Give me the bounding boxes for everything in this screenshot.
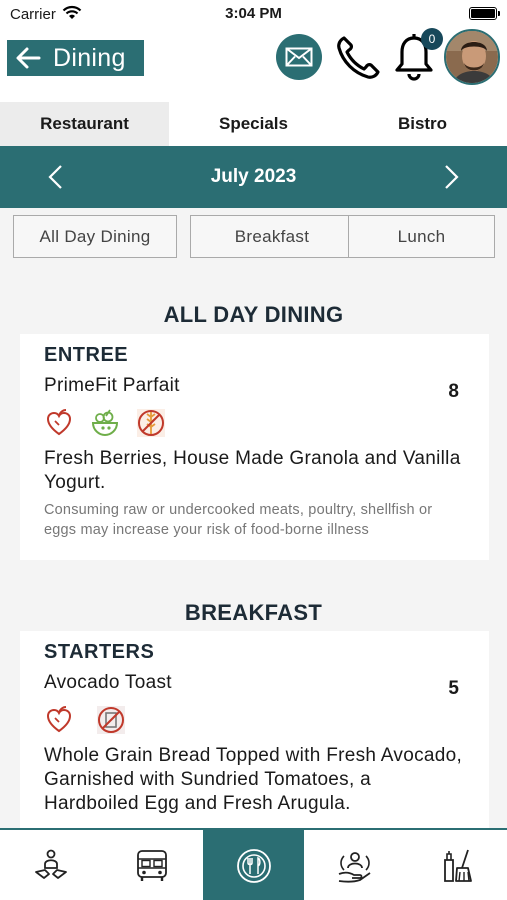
diet-icons bbox=[44, 407, 465, 439]
filter-all-day-dining[interactable]: All Day Dining bbox=[13, 215, 177, 258]
item-disclaimer: Consuming raw or undercooked meats, poul… bbox=[44, 502, 433, 538]
venue-tabs: Restaurant Specials Bistro bbox=[0, 102, 507, 146]
profile-photo bbox=[446, 31, 498, 83]
nav-housekeeping[interactable] bbox=[406, 830, 507, 900]
status-time: 3:04 PM bbox=[225, 5, 282, 22]
tab-specials[interactable]: Specials bbox=[169, 102, 338, 146]
item-price: 8 bbox=[448, 381, 459, 402]
menu-list[interactable]: ALL DAY DINING ENTREE PrimeFit Parfait 8 bbox=[0, 266, 507, 828]
bus-icon bbox=[136, 850, 167, 881]
battery-icon bbox=[469, 7, 500, 20]
item-name: PrimeFit Parfait bbox=[44, 375, 180, 396]
section-title: BREAKFAST bbox=[184, 600, 323, 625]
card-category: ENTREE bbox=[44, 344, 129, 366]
dining-plate-icon bbox=[236, 849, 271, 883]
item-name: Avocado Toast bbox=[44, 672, 172, 693]
mail-button[interactable] bbox=[276, 34, 322, 80]
salad-bowl-icon bbox=[91, 409, 119, 437]
menu-item[interactable]: Avocado Toast 5 bbox=[44, 672, 465, 699]
meal-filters: All Day Dining Breakfast Lunch bbox=[13, 215, 495, 258]
filter-breakfast[interactable]: Breakfast bbox=[190, 215, 354, 258]
notification-badge: 0 bbox=[421, 28, 443, 50]
tab-restaurant[interactable]: Restaurant bbox=[0, 102, 169, 146]
bottom-nav bbox=[0, 828, 507, 900]
tab-bistro[interactable]: Bistro bbox=[338, 102, 507, 146]
status-bar: Carrier 3:04 PM bbox=[0, 0, 507, 28]
item-description: Whole Grain Bread Topped with Fresh Avoc… bbox=[44, 745, 463, 814]
month-selector: July 2023 bbox=[0, 146, 507, 208]
filter-lunch[interactable]: Lunch bbox=[348, 215, 495, 258]
nav-concierge[interactable] bbox=[0, 830, 101, 900]
nav-care[interactable] bbox=[304, 830, 405, 900]
header: Dining 0 bbox=[0, 28, 507, 102]
care-hands-icon bbox=[338, 852, 371, 883]
menu-card: STARTERS Avocado Toast 5 Whole Grain Bre… bbox=[20, 631, 489, 828]
no-sugar-icon bbox=[97, 706, 125, 734]
diet-icons bbox=[44, 704, 465, 736]
menu-card: ENTREE PrimeFit Parfait 8 Fresh Berries,… bbox=[20, 334, 489, 560]
concierge-hands-icon bbox=[34, 849, 67, 879]
back-button[interactable]: Dining bbox=[7, 40, 144, 76]
phone-icon[interactable] bbox=[334, 34, 382, 82]
item-description: Fresh Berries, House Made Granola and Va… bbox=[44, 448, 461, 493]
nav-transport[interactable] bbox=[101, 830, 202, 900]
back-arrow-icon bbox=[16, 47, 41, 69]
housekeeping-icon bbox=[443, 849, 472, 882]
mail-icon bbox=[285, 47, 313, 67]
item-price: 5 bbox=[448, 678, 459, 699]
heart-healthy-icon bbox=[46, 409, 72, 436]
chevron-right-icon[interactable] bbox=[439, 162, 463, 192]
gluten-free-icon bbox=[137, 409, 165, 437]
page-title: Dining bbox=[53, 43, 126, 72]
heart-healthy-icon bbox=[46, 706, 72, 733]
menu-item[interactable]: PrimeFit Parfait 8 bbox=[44, 375, 465, 402]
card-category: STARTERS bbox=[44, 641, 155, 663]
month-label: July 2023 bbox=[210, 166, 297, 187]
avatar[interactable] bbox=[444, 29, 500, 85]
section-title: ALL DAY DINING bbox=[163, 302, 344, 327]
nav-dining[interactable] bbox=[203, 830, 304, 900]
